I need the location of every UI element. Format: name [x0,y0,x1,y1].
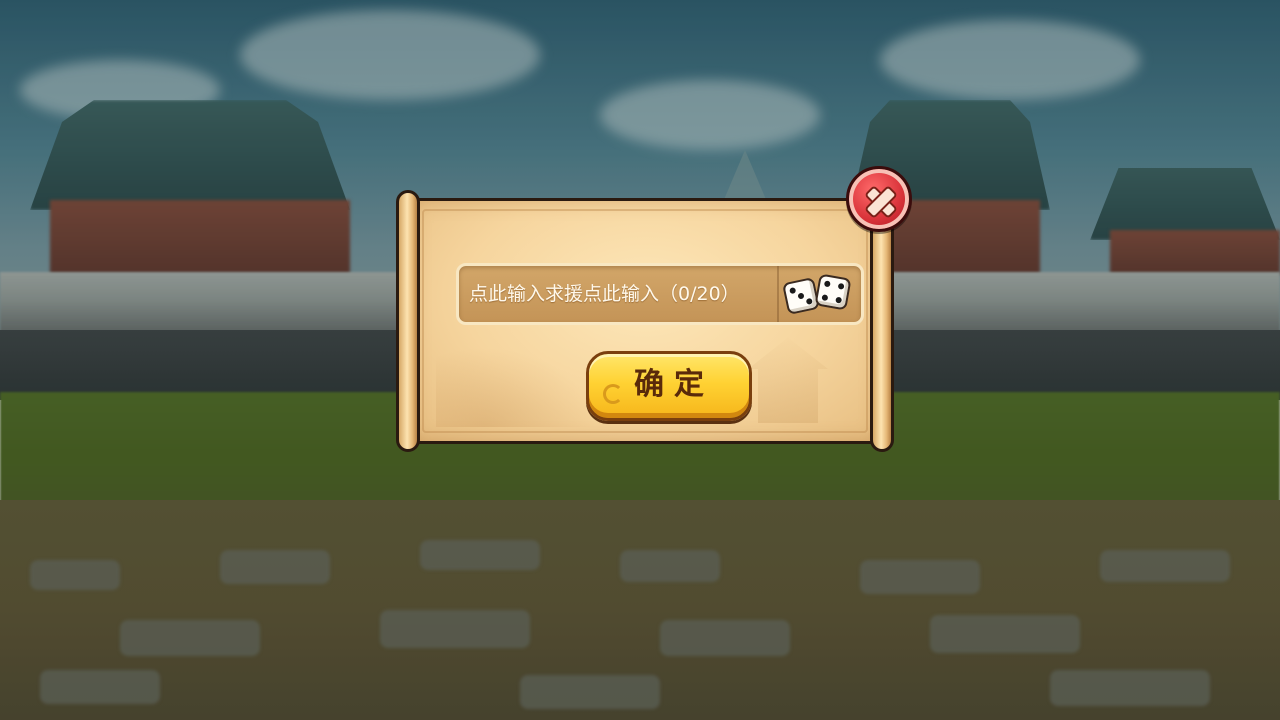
dice-icon [814,273,852,311]
help-request-dialog: 点此输入求援点此输入（0/20） 确定 [396,190,894,452]
random-message-button[interactable] [777,266,861,322]
help-message-input[interactable]: 点此输入求援点此输入（0/20） [456,263,864,325]
confirm-label: 确定 [634,367,714,402]
input-placeholder: 点此输入求援点此输入（0/20） [469,283,740,305]
scroll-rod-left [396,190,420,452]
dice-icon [782,277,820,315]
confirm-button[interactable]: 确定 [586,351,752,421]
scroll-paper: 点此输入求援点此输入（0/20） 确定 [412,198,878,444]
mountain-decoration [436,347,596,427]
close-button[interactable] [846,166,912,232]
